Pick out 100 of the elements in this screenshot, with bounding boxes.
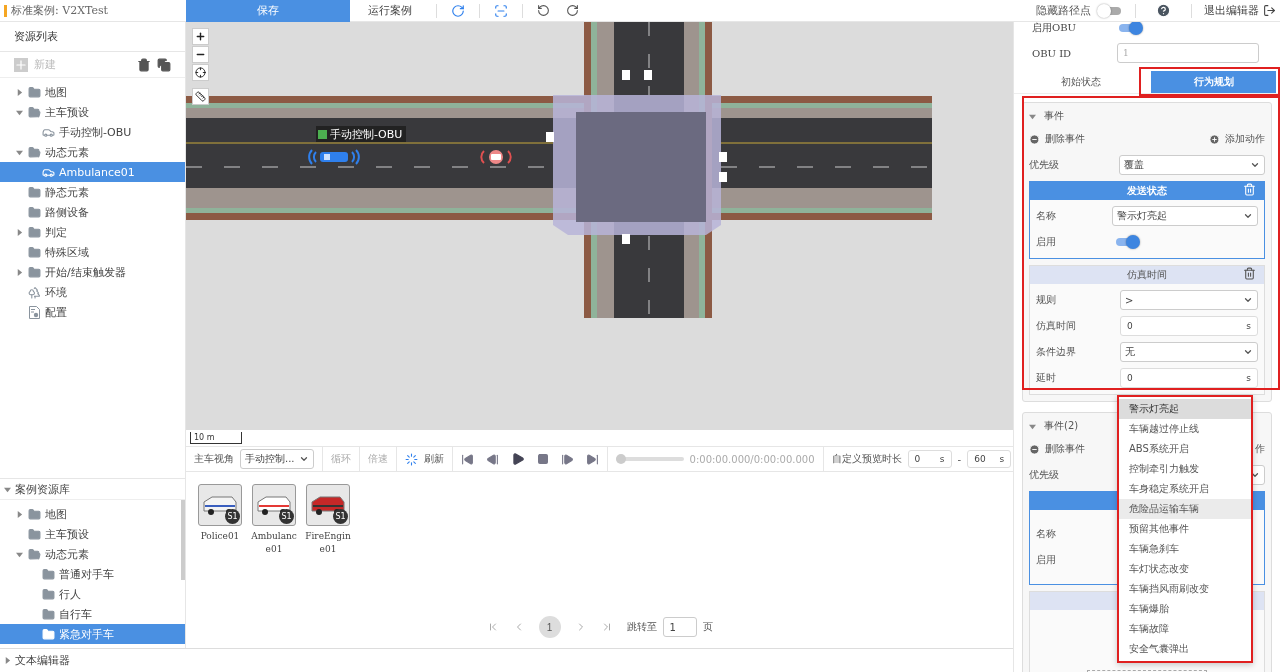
tree-item[interactable]: 路侧设备 xyxy=(0,202,185,222)
progress-thumb[interactable] xyxy=(615,454,626,464)
tree-item[interactable]: 动态元素 xyxy=(0,142,185,162)
caret-down-icon[interactable] xyxy=(15,550,23,558)
skip-back-icon[interactable] xyxy=(460,452,474,466)
tree-item[interactable]: 普通对手车 xyxy=(0,564,185,584)
caret-right-icon[interactable] xyxy=(4,657,11,664)
skip-forward-icon[interactable] xyxy=(585,452,599,466)
tree-item[interactable]: 地图 xyxy=(0,504,185,524)
page-button[interactable]: 1 xyxy=(538,616,561,638)
delete-icon[interactable] xyxy=(1243,183,1256,196)
dropdown-option[interactable]: 车身稳定系统开启 xyxy=(1119,479,1251,499)
dropdown-option[interactable]: 车辆挡风雨刷改变 xyxy=(1119,579,1251,599)
zoom-out-button[interactable] xyxy=(192,46,209,63)
caret-down-icon[interactable] xyxy=(15,148,23,156)
tree-item[interactable]: 动态元素 xyxy=(0,544,185,564)
panel-title: 文本编辑器 xyxy=(15,653,70,668)
field-label: 启用 xyxy=(1036,553,1056,567)
tree-item-label: 地图 xyxy=(45,506,67,522)
dropdown-option[interactable]: 安全气囊弹出 xyxy=(1119,639,1251,659)
map-scale: 10 m xyxy=(190,432,242,444)
dropdown-option[interactable]: 车辆急刹车 xyxy=(1119,539,1251,559)
dropdown-option[interactable]: ABS系统开启 xyxy=(1119,439,1251,459)
caret-down-icon[interactable] xyxy=(15,108,23,116)
zoom-in-button[interactable] xyxy=(192,28,209,45)
tree-item[interactable]: 主车预设 xyxy=(0,524,185,544)
tree-item[interactable]: 地图 xyxy=(0,82,185,102)
ruler-button[interactable] xyxy=(192,88,209,105)
field-label: 名称 xyxy=(1036,527,1056,541)
delete-icon[interactable] xyxy=(1243,267,1256,280)
obu-toggle[interactable] xyxy=(1117,22,1143,35)
tree-item[interactable]: 开始/结束触发器 xyxy=(0,262,185,282)
undo-icon[interactable] xyxy=(535,2,552,19)
obu-id-input[interactable]: 1 xyxy=(1117,43,1259,63)
delete-icon[interactable] xyxy=(137,57,151,72)
caret-right-icon[interactable] xyxy=(15,268,23,276)
tree-item[interactable]: 行人 xyxy=(0,584,185,604)
vehicle-thumbnail[interactable]: S1 xyxy=(306,484,350,526)
caret-right-icon[interactable] xyxy=(15,510,23,518)
help-icon[interactable] xyxy=(1154,1,1173,20)
tree-item[interactable]: 判定 xyxy=(0,222,185,242)
tree-item[interactable]: 自行车 xyxy=(0,604,185,624)
caret-right-icon[interactable] xyxy=(15,88,23,96)
refresh-button[interactable]: 刷新 xyxy=(423,452,444,466)
folder-icon xyxy=(42,587,55,601)
stop-icon[interactable] xyxy=(536,453,549,465)
end-time-input[interactable]: 60 s xyxy=(967,450,1012,468)
name-select[interactable]: 警示灯亮起 xyxy=(1112,206,1258,226)
priority-select[interactable]: 覆盖 xyxy=(1119,155,1265,175)
tree-item[interactable]: 静态元素 xyxy=(0,182,185,202)
field-label: 启用OBU xyxy=(1032,22,1077,35)
caret-down-icon[interactable] xyxy=(1029,112,1036,120)
redo-icon[interactable] xyxy=(564,2,581,19)
tree-item[interactable]: 配置 xyxy=(0,302,185,322)
caret-down-icon[interactable] xyxy=(1029,422,1036,430)
tree-item-label: 开始/结束触发器 xyxy=(45,264,126,280)
start-time-input[interactable]: 0 s xyxy=(907,450,952,468)
condition-select[interactable]: > xyxy=(1120,290,1258,310)
caret-down-icon[interactable] xyxy=(4,485,11,493)
vehicle-thumbnail[interactable]: S1 xyxy=(252,484,296,526)
hide-waypoints-toggle[interactable] xyxy=(1097,3,1123,18)
view-select[interactable]: 手动控制... xyxy=(240,449,314,469)
dropdown-option[interactable]: 车辆爆胎 xyxy=(1119,599,1251,619)
tab[interactable]: 初始状态 xyxy=(1018,71,1143,93)
delete-event-button[interactable]: 删除事件 xyxy=(1029,132,1085,146)
dropdown-option[interactable]: 控制牵引力触发 xyxy=(1119,459,1251,479)
dropdown-option[interactable]: 车辆越过停止线 xyxy=(1119,419,1251,439)
progress-slider[interactable] xyxy=(615,454,684,464)
page-suffix: 页 xyxy=(702,620,713,634)
add-action-button[interactable]: 添加动作 xyxy=(1209,132,1265,146)
dropdown-option[interactable]: 预留其他事件 xyxy=(1119,519,1251,539)
add-action-button[interactable]: 作 xyxy=(1255,442,1265,456)
dropdown-option[interactable]: 危险品运输车辆 xyxy=(1119,499,1251,519)
run-case-button[interactable]: 运行案例 xyxy=(350,0,430,22)
tree-item-label: 动态元素 xyxy=(45,144,89,160)
dropdown-option[interactable]: 车辆故障 xyxy=(1119,619,1251,639)
vehicle-thumbnail[interactable]: S1 xyxy=(198,484,242,526)
step-back-icon[interactable] xyxy=(485,452,499,466)
enable-toggle[interactable] xyxy=(1114,235,1140,249)
caret-right-icon[interactable] xyxy=(15,228,23,236)
delete-event-button[interactable]: 删除事件 xyxy=(1029,442,1085,456)
jump-page-input[interactable]: 1 xyxy=(662,617,697,637)
tree-item[interactable]: 主车预设 xyxy=(0,102,185,122)
condition-select[interactable]: 无 xyxy=(1120,342,1258,362)
dropdown-option[interactable]: 车灯状态改变 xyxy=(1119,559,1251,579)
target-button[interactable] xyxy=(192,64,209,81)
field-label: 规则 xyxy=(1036,293,1056,307)
dropdown-option[interactable]: 警示灯亮起 xyxy=(1119,399,1251,419)
step-forward-icon[interactable] xyxy=(560,452,574,466)
caret-icon xyxy=(1250,470,1260,480)
time-readout: 0:00:00.000/0:00:00.000 xyxy=(689,453,815,465)
map-canvas[interactable]: 手动控制-OBU xyxy=(186,22,1013,430)
exit-editor-button[interactable]: 退出编辑器 xyxy=(1204,0,1280,22)
condition-input[interactable]: 0 s xyxy=(1120,368,1258,388)
condition-input[interactable]: 0 s xyxy=(1120,316,1258,336)
copy-icon[interactable] xyxy=(157,57,171,72)
tree-item[interactable]: 特殊区域 xyxy=(0,242,185,262)
tree-item[interactable]: 环境 xyxy=(0,282,185,302)
tree-item[interactable]: 手动控制-OBU xyxy=(0,122,185,142)
play-icon[interactable] xyxy=(510,452,525,466)
